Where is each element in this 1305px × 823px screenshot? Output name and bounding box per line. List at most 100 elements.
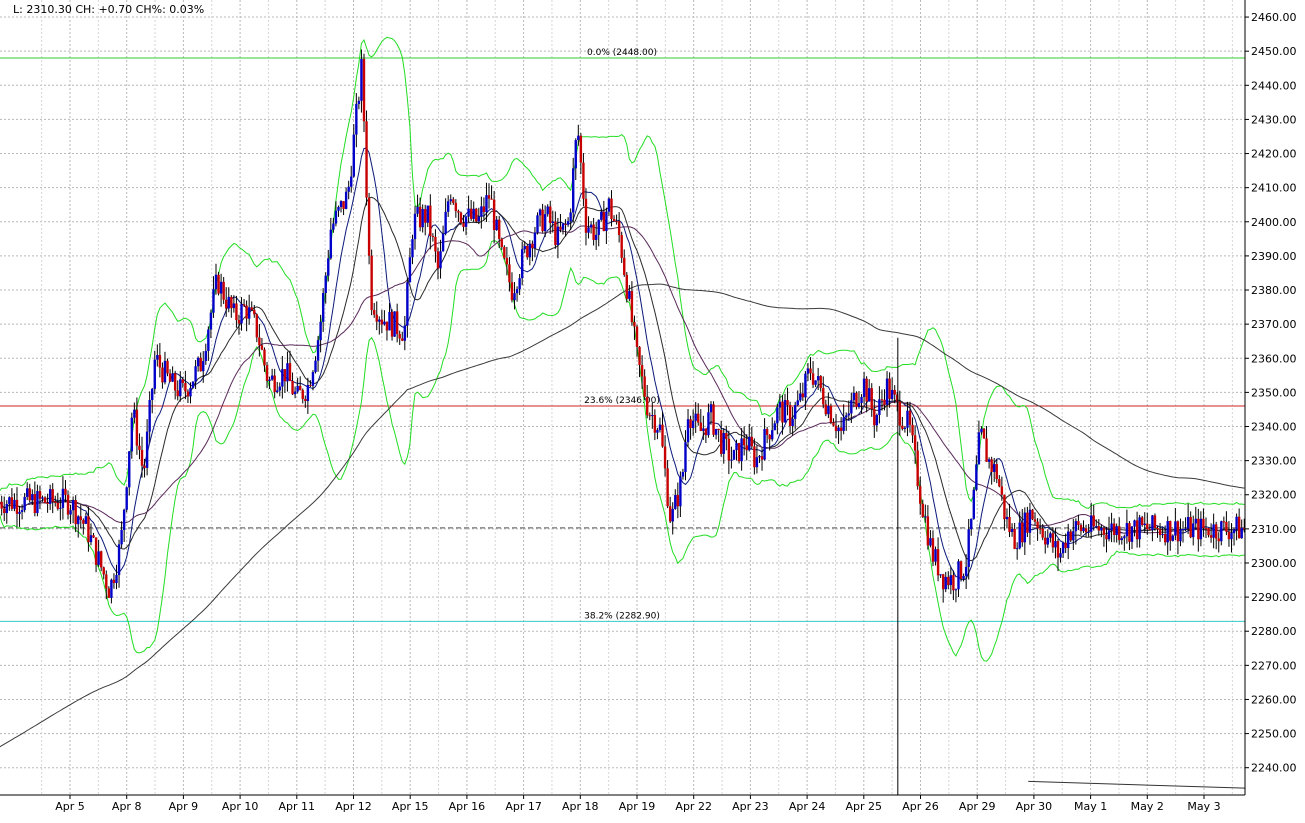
x-tick-label: Apr 25 [846, 800, 883, 813]
candle-body [1026, 513, 1028, 533]
candle-body [41, 497, 43, 498]
candle-body [123, 510, 125, 530]
candle-body [511, 282, 513, 300]
x-tick-label: Apr 29 [959, 800, 996, 813]
candle-body [682, 472, 684, 477]
candle-body [837, 428, 839, 432]
candle-body [85, 516, 87, 524]
candle-body [1024, 513, 1026, 543]
candle-body [100, 551, 102, 567]
candle-body [447, 201, 449, 212]
candle-body [92, 535, 94, 537]
candle-body [373, 310, 375, 315]
candle-body [350, 177, 352, 187]
candle-body [840, 428, 842, 431]
candle-body [638, 347, 640, 365]
candle-body [506, 258, 508, 264]
candle-body [87, 516, 89, 542]
candle-body [891, 390, 893, 399]
candle-body [103, 567, 105, 574]
y-tick-label: 2300.00 [1251, 557, 1297, 570]
candle-body [294, 392, 296, 395]
candle-body [580, 136, 582, 163]
candle-body [1067, 531, 1069, 548]
candle-body [799, 393, 801, 400]
y-tick-label: 2320.00 [1251, 489, 1297, 502]
candle-body [220, 282, 222, 294]
candle-body [304, 399, 306, 401]
candle-body [161, 368, 163, 383]
candle-body [128, 451, 130, 487]
candle-body [1223, 521, 1225, 522]
candle-body [52, 489, 54, 502]
candle-body [1093, 515, 1095, 526]
candle-body [233, 303, 235, 308]
candle-body [526, 246, 528, 257]
candle-body [95, 537, 97, 564]
ma-10 [0, 148, 1244, 579]
candle-body [521, 249, 523, 278]
candle-body [353, 135, 355, 177]
candle-body [661, 425, 663, 447]
candle-body [210, 313, 212, 330]
candle-body [717, 429, 719, 430]
candle-body [707, 412, 709, 435]
candle-body [485, 195, 487, 212]
candle-body [279, 387, 281, 391]
candle-body [383, 322, 385, 325]
candle-body [1161, 534, 1163, 535]
candle-body [549, 206, 551, 223]
candle-body [393, 311, 395, 336]
candle-body [475, 209, 477, 222]
candle-body [13, 500, 15, 509]
candle-body [779, 402, 781, 408]
candle-body [401, 338, 403, 340]
candle-body [692, 421, 694, 428]
candle-body [952, 575, 954, 590]
x-tick-label: May 1 [1074, 800, 1107, 813]
candle-body [786, 400, 788, 405]
candle-body [901, 426, 903, 429]
candle-body [457, 211, 459, 212]
candle-body [217, 275, 219, 294]
candle-body [608, 199, 610, 212]
candle-body [1098, 526, 1100, 530]
candle-body [57, 503, 59, 509]
candle-body [376, 315, 378, 322]
candle-body [945, 577, 947, 589]
candle-body [197, 358, 199, 366]
candle-body [189, 388, 191, 397]
candle-body [546, 206, 548, 214]
candle-body [924, 516, 926, 517]
x-tick-label: Apr 19 [619, 800, 656, 813]
candle-body [411, 239, 413, 257]
candle-body [605, 212, 607, 231]
candle-body [669, 506, 671, 521]
candle-body [1049, 533, 1051, 537]
candle-body [187, 391, 189, 396]
candle-body [429, 206, 431, 236]
x-tick-label: Apr 9 [169, 800, 199, 813]
y-tick-label: 2370.00 [1251, 318, 1297, 331]
candle-body [110, 580, 112, 598]
candle-body [1146, 524, 1148, 530]
candle-body [1003, 495, 1005, 519]
candle-body [164, 361, 166, 383]
candle-body [8, 497, 10, 504]
candle-body [990, 459, 992, 472]
candle-body [1215, 524, 1217, 538]
candle-body [888, 379, 890, 399]
candle-body [138, 446, 140, 450]
candle-body [577, 136, 579, 140]
candle-body [434, 237, 436, 252]
candle-body [16, 500, 18, 514]
candle-body [1016, 548, 1018, 549]
candle-body [1241, 528, 1243, 538]
candle-body [115, 575, 117, 583]
candle-body [503, 247, 505, 258]
candle-body [1202, 519, 1204, 528]
y-tick-label: 2430.00 [1251, 113, 1297, 126]
candle-body [360, 59, 362, 101]
candle-body [825, 404, 827, 414]
candle-body [307, 385, 309, 401]
